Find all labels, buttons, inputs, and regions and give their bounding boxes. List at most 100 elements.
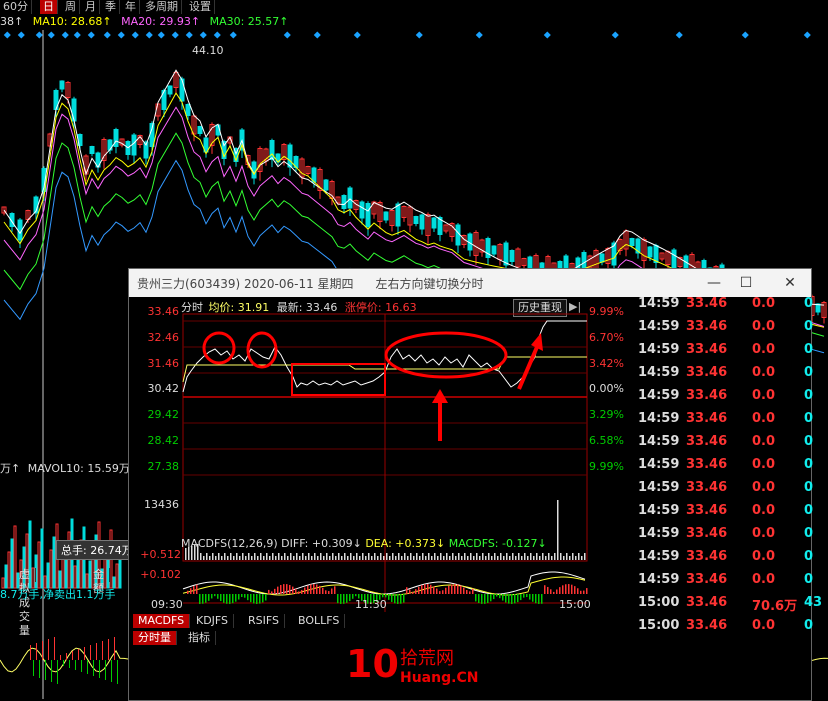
macd-histogram-bar bbox=[301, 589, 303, 594]
intraday-volume-bar bbox=[230, 553, 232, 560]
macd-histogram-bar bbox=[433, 586, 435, 594]
tab-5[interactable]: 年 bbox=[122, 0, 140, 14]
candle bbox=[113, 129, 119, 147]
tick-row: 14:59 33.46 0.0 0 bbox=[634, 388, 828, 411]
price-tick: 33.46 bbox=[147, 305, 180, 318]
intraday-chart[interactable] bbox=[129, 297, 635, 612]
tick-row: 14:59 33.46 0.0 0 bbox=[634, 549, 828, 572]
indicator-tab-bollfs[interactable]: BOLLFS bbox=[293, 614, 346, 628]
tab-6[interactable]: 多周期 bbox=[142, 0, 182, 14]
macd-histogram-bar bbox=[223, 594, 225, 603]
intraday-volume-bar bbox=[260, 553, 262, 560]
volume-bar bbox=[61, 557, 65, 589]
close-button[interactable]: ✕ bbox=[775, 273, 805, 293]
tab-amount[interactable]: 金额 bbox=[88, 568, 110, 595]
tab-7[interactable]: 设置 bbox=[186, 0, 215, 14]
tab-3[interactable]: 月 bbox=[82, 0, 100, 14]
macd-bar bbox=[36, 643, 37, 660]
macd-bar bbox=[54, 637, 55, 660]
tick-cnt: 0 bbox=[804, 319, 814, 334]
intraday-volume-bar bbox=[461, 556, 463, 560]
tick-vol: 0.0 bbox=[752, 549, 776, 564]
macd-histogram-bar bbox=[532, 594, 534, 602]
tick-cnt: 0 bbox=[804, 618, 814, 633]
macd-histogram-bar bbox=[553, 591, 555, 594]
signal-diamond-icon bbox=[35, 31, 43, 39]
volume-tooltip: 总手: 26.74万 bbox=[56, 540, 138, 560]
tab-1[interactable]: 日 bbox=[40, 0, 58, 14]
macd-histogram-bar bbox=[316, 584, 318, 594]
candle bbox=[419, 214, 425, 230]
sub-tab-1[interactable]: 指标 bbox=[183, 631, 216, 645]
macd-histogram-bar bbox=[295, 588, 297, 594]
indicator-tab-macdfs[interactable]: MACDFS bbox=[133, 614, 191, 628]
tab-4[interactable]: 季 bbox=[102, 0, 120, 14]
tab-0[interactable]: 60分 bbox=[0, 0, 32, 14]
intraday-volume-bar bbox=[473, 556, 475, 560]
macd-histogram-bar bbox=[400, 594, 402, 604]
intraday-volume-bar bbox=[338, 553, 340, 560]
macd-histogram-bar bbox=[397, 594, 399, 604]
candle bbox=[455, 224, 461, 246]
tick-time: 15:00 bbox=[638, 595, 680, 610]
intraday-volume-bar bbox=[500, 553, 502, 560]
intraday-volume-bar bbox=[524, 553, 526, 560]
tick-row: 14:59 33.46 0.0 0 bbox=[634, 411, 828, 434]
signal-diamond-icon bbox=[543, 31, 551, 39]
maximize-button[interactable]: ☐ bbox=[731, 273, 761, 293]
intraday-volume-bar bbox=[458, 553, 460, 560]
signal-diamond-icon bbox=[741, 31, 749, 39]
macd-histogram-bar bbox=[580, 590, 582, 594]
macd-histogram-bar bbox=[214, 594, 216, 597]
minimize-button[interactable]: — bbox=[699, 273, 729, 293]
macd-histogram-bar bbox=[226, 594, 228, 604]
intraday-volume-bar bbox=[311, 556, 313, 560]
tick-cnt: 0 bbox=[804, 342, 814, 357]
signal-diamond-icon bbox=[73, 31, 81, 39]
intraday-volume-bar bbox=[416, 553, 418, 560]
macd-histogram-bar bbox=[511, 594, 513, 604]
macd-histogram-bar bbox=[205, 594, 207, 603]
intraday-volume-bar bbox=[302, 553, 304, 560]
macd-histogram-bar bbox=[319, 585, 321, 594]
intraday-volume-bar bbox=[413, 556, 415, 560]
tab-virtual-volume[interactable]: 虚拟成交量 bbox=[14, 568, 36, 637]
sub-tab-0[interactable]: 分时量 bbox=[133, 631, 177, 645]
macd-histogram-bar bbox=[283, 584, 285, 594]
signal-diamond-icon bbox=[675, 31, 683, 39]
macd-histogram-bar bbox=[256, 594, 258, 604]
intraday-volume-bar bbox=[377, 556, 379, 560]
tick-cnt: 0 bbox=[804, 503, 814, 518]
tick-vol: 0.0 bbox=[752, 503, 776, 518]
macd-histogram-bar bbox=[220, 594, 222, 602]
tick-time: 14:59 bbox=[638, 411, 680, 426]
candle bbox=[647, 246, 653, 258]
intraday-volume-bar bbox=[545, 556, 547, 560]
intraday-volume-bar bbox=[401, 556, 403, 560]
macd-histogram-bar bbox=[340, 594, 342, 604]
intraday-volume-bar bbox=[218, 553, 220, 560]
indicator-tab-kdjfs[interactable]: KDJFS bbox=[191, 614, 235, 628]
tick-time: 15:00 bbox=[638, 618, 680, 633]
tick-vol: 0.0 bbox=[752, 411, 776, 426]
signal-diamond-icon bbox=[475, 31, 483, 39]
macd-bar bbox=[60, 655, 61, 660]
candle bbox=[59, 80, 65, 90]
macd-tick-high: +0.512 bbox=[140, 548, 181, 561]
macd-histogram-bar bbox=[292, 586, 294, 594]
tick-cnt: 0 bbox=[804, 549, 814, 564]
intraday-volume-bar bbox=[383, 556, 385, 560]
macd-histogram-bar bbox=[349, 594, 351, 602]
popup-titlebar[interactable]: 贵州三力(603439) 2020-06-11 星期四 左右方向键切换分时 — ☐… bbox=[129, 269, 811, 297]
macd-bar bbox=[96, 643, 97, 660]
intraday-volume-bar bbox=[263, 556, 265, 560]
macd-bar bbox=[87, 660, 88, 674]
tab-2[interactable]: 周 bbox=[62, 0, 80, 14]
intraday-volume-bar bbox=[446, 553, 448, 560]
signal-diamond-icon bbox=[353, 31, 361, 39]
macd-histogram-bar bbox=[520, 594, 522, 601]
tick-vol: 0.0 bbox=[752, 342, 776, 357]
volume-bar bbox=[49, 549, 53, 589]
indicator-tab-rsifs[interactable]: RSIFS bbox=[243, 614, 285, 628]
candle bbox=[599, 253, 605, 263]
